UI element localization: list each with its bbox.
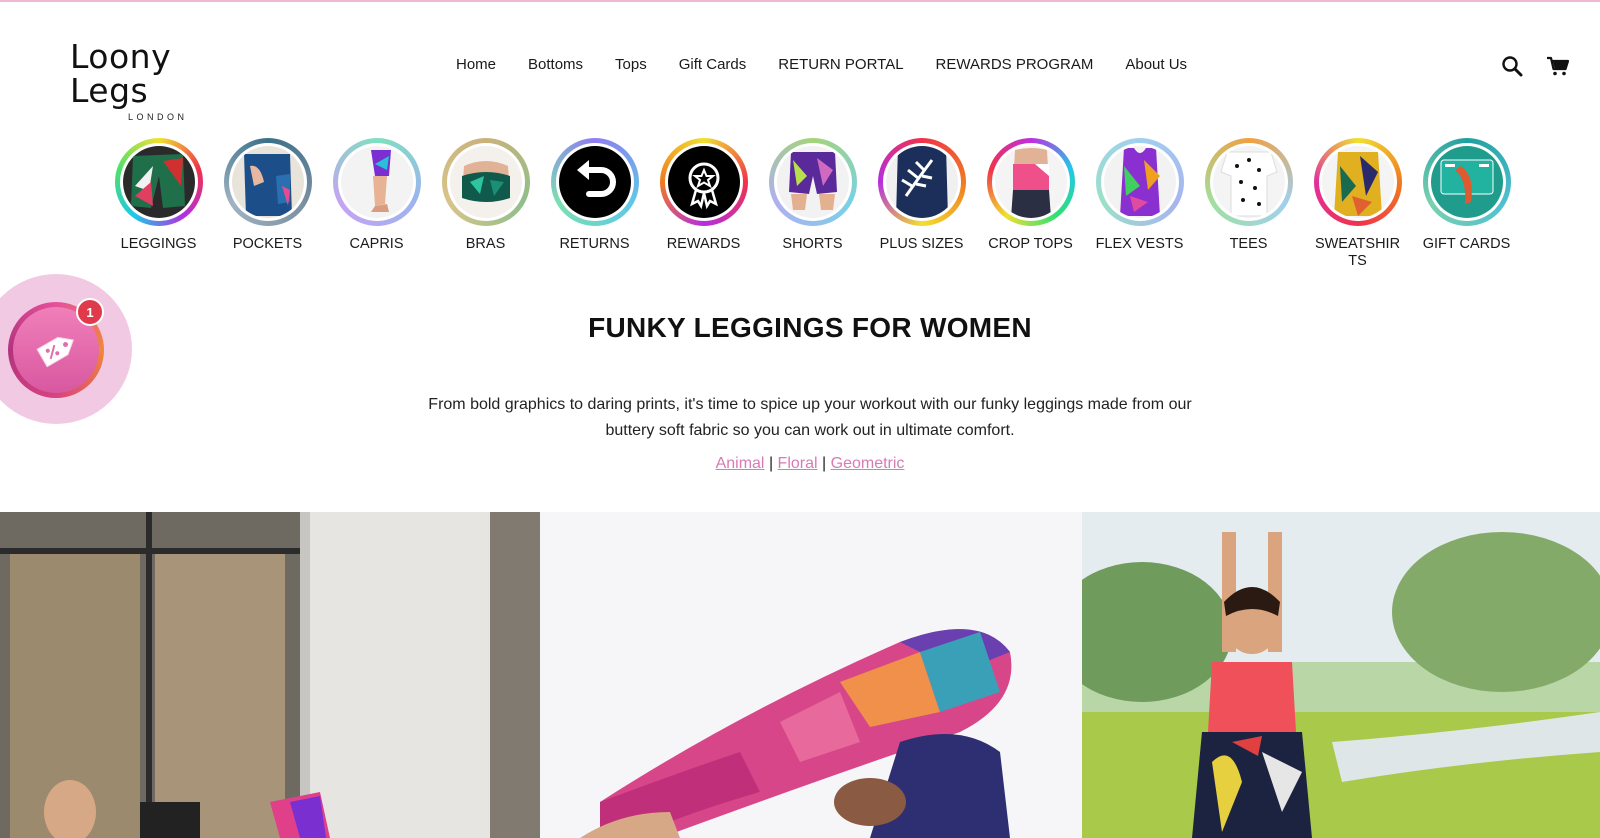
category-ring	[441, 138, 530, 226]
category-label: SWEATSHIRTS	[1314, 236, 1401, 269]
header-icons	[1500, 54, 1570, 78]
tees-thumbnail	[1212, 146, 1285, 218]
leggings-thumbnail	[122, 146, 195, 218]
link-separator: |	[768, 455, 774, 472]
category-ring	[1095, 138, 1184, 226]
shorts-thumbnail	[776, 146, 849, 218]
crop-tops-thumbnail	[994, 146, 1067, 218]
category-shorts[interactable]: SHORTS	[758, 138, 867, 268]
category-label: REWARDS	[666, 236, 741, 252]
category-ring	[1204, 138, 1293, 226]
pockets-thumbnail	[231, 146, 304, 218]
link-animal[interactable]: Animal	[716, 455, 765, 472]
bras-thumbnail	[449, 146, 522, 218]
cart-icon[interactable]	[1546, 54, 1570, 78]
category-ring	[332, 138, 421, 226]
nav-return-portal[interactable]: RETURN PORTAL	[762, 56, 919, 73]
link-geometric[interactable]: Geometric	[831, 455, 905, 472]
gift-card-thumbnail	[1430, 146, 1503, 218]
category-ring	[877, 138, 966, 226]
flex-vests-thumbnail	[1103, 146, 1176, 218]
category-label: TEES	[1229, 236, 1268, 252]
nav-tops[interactable]: Tops	[599, 56, 663, 73]
category-label: GIFT CARDS	[1422, 236, 1511, 252]
capris-thumbnail	[340, 146, 413, 218]
category-leggings[interactable]: LEGGINGS	[104, 138, 213, 268]
category-ring	[768, 138, 857, 226]
category-label: CROP TOPS	[988, 236, 1073, 252]
category-capris[interactable]: CAPRIS	[322, 138, 431, 268]
brand-logo[interactable]: Loony Legs LONDON	[70, 40, 260, 123]
site-header: Loony Legs LONDON Home Bottoms Tops Gift…	[0, 2, 1600, 123]
return-arrow-icon	[558, 146, 631, 218]
plus-sizes-thumbnail	[885, 146, 958, 218]
category-ring	[114, 138, 203, 226]
category-label: POCKETS	[232, 236, 303, 252]
hero-image-1	[0, 512, 540, 838]
category-plus-sizes[interactable]: PLUS SIZES	[867, 138, 976, 268]
nav-gift-cards[interactable]: Gift Cards	[663, 56, 763, 73]
category-ring	[223, 138, 312, 226]
filter-links: Animal | Floral | Geometric	[0, 455, 1600, 473]
category-pockets[interactable]: POCKETS	[213, 138, 322, 268]
search-icon[interactable]	[1500, 54, 1524, 78]
category-ring	[659, 138, 748, 226]
link-floral[interactable]: Floral	[778, 455, 818, 472]
brand-subtitle: LONDON	[128, 112, 188, 122]
category-ring	[550, 138, 639, 226]
reward-badge-icon	[667, 146, 740, 218]
nav-about-us[interactable]: About Us	[1109, 56, 1203, 73]
category-returns[interactable]: RETURNS	[540, 138, 649, 268]
hero-image-2	[540, 512, 1082, 838]
category-label: LEGGINGS	[120, 236, 197, 252]
category-ring	[1422, 138, 1511, 226]
category-label: BRAS	[465, 236, 506, 252]
brand-name: Loony Legs	[70, 37, 172, 110]
category-label: SHORTS	[782, 236, 843, 252]
category-label: FLEX VESTS	[1095, 236, 1184, 252]
category-label: CAPRIS	[349, 236, 404, 252]
discount-widget[interactable]: 1	[0, 274, 132, 424]
hero-image-3	[1082, 512, 1600, 838]
category-sweatshirts[interactable]: SWEATSHIRTS	[1303, 138, 1412, 269]
category-rewards[interactable]: REWARDS	[649, 138, 758, 268]
nav-bottoms[interactable]: Bottoms	[512, 56, 599, 73]
collection-description: From bold graphics to daring prints, it'…	[428, 396, 1192, 439]
category-ring	[986, 138, 1075, 226]
page-title: FUNKY LEGGINGS FOR WOMEN	[588, 312, 1032, 343]
category-label: PLUS SIZES	[879, 236, 964, 252]
category-bras[interactable]: BRAS	[431, 138, 540, 268]
sweatshirts-thumbnail	[1321, 146, 1394, 218]
category-gift-cards[interactable]: GIFT CARDS	[1412, 138, 1521, 268]
category-crop-tops[interactable]: CROP TOPS	[976, 138, 1085, 268]
link-separator: |	[822, 455, 827, 472]
category-ring	[1313, 138, 1402, 226]
category-flex-vests[interactable]: FLEX VESTS	[1085, 138, 1194, 268]
category-label: RETURNS	[559, 236, 630, 252]
nav-rewards-program[interactable]: REWARDS PROGRAM	[920, 56, 1110, 73]
category-circles: LEGGINGS POCKETS CAPRIS BRAS RETURNS REW…	[104, 138, 1524, 269]
nav-home[interactable]: Home	[440, 56, 512, 73]
category-tees[interactable]: TEES	[1194, 138, 1303, 268]
main-nav: Home Bottoms Tops Gift Cards RETURN PORT…	[440, 56, 1203, 73]
